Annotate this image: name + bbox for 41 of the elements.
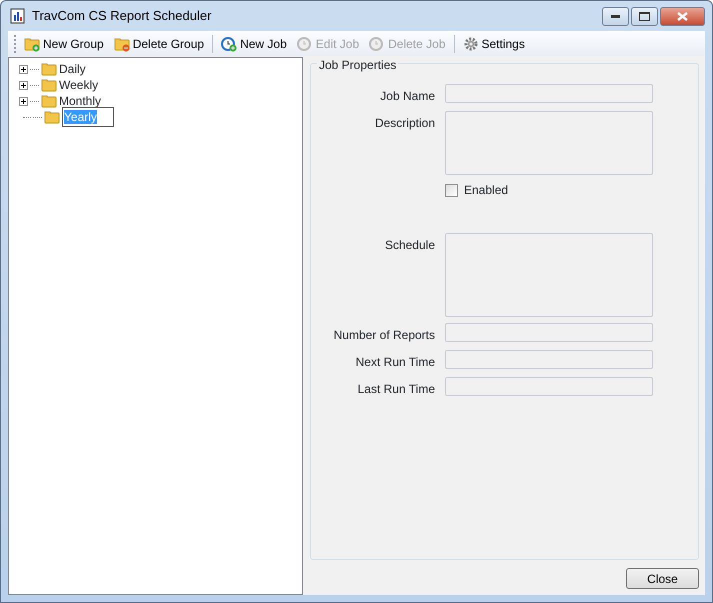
expand-icon[interactable] xyxy=(19,64,28,74)
input-field[interactable] xyxy=(445,377,653,396)
tree-item[interactable]: Weekly xyxy=(57,76,100,94)
close-dialog-button[interactable]: Close xyxy=(626,568,699,589)
expand-icon[interactable] xyxy=(19,96,28,106)
maximize-button[interactable] xyxy=(631,6,658,26)
folder-icon xyxy=(41,93,57,109)
folder-icon xyxy=(44,109,60,125)
toolbar-button[interactable]: Delete Group xyxy=(110,34,208,54)
clock-icon xyxy=(296,36,313,52)
field-label: Last Run Time xyxy=(356,381,435,398)
tree-item[interactable]: Daily xyxy=(57,60,88,78)
checkbox[interactable] xyxy=(445,184,458,196)
folder-icon xyxy=(41,77,57,93)
field-label: Number of Reports xyxy=(332,327,435,344)
close-button[interactable] xyxy=(660,6,705,26)
clock-add-icon xyxy=(221,36,238,52)
input-field[interactable] xyxy=(445,350,653,369)
clock-icon xyxy=(369,36,386,52)
expand-icon[interactable] xyxy=(19,80,28,90)
folder-icon xyxy=(41,61,57,77)
toolbar-button[interactable]: New Job xyxy=(217,34,291,54)
minimize-icon xyxy=(611,14,620,18)
folder-add-icon xyxy=(24,36,40,52)
folder-remove-icon xyxy=(114,36,130,52)
field-label: Schedule xyxy=(384,237,435,254)
maximize-icon xyxy=(639,12,650,20)
toolbar-button[interactable]: Settings xyxy=(458,34,529,54)
input-field[interactable] xyxy=(445,84,653,103)
minimize-button[interactable] xyxy=(602,6,629,26)
settings-icon xyxy=(462,36,478,52)
field-label: Description xyxy=(374,115,435,132)
toolbar-button[interactable]: New Group xyxy=(20,34,108,54)
close-icon xyxy=(677,12,688,20)
app-icon xyxy=(10,8,26,24)
field-label: Job Name xyxy=(379,88,435,105)
input-field[interactable] xyxy=(445,323,653,342)
window-title: TravCom CS Report Scheduler xyxy=(32,7,212,26)
tree-item[interactable]: Monthly xyxy=(57,92,104,110)
checkbox-label: Enabled xyxy=(464,182,508,199)
field-label: Next Run Time xyxy=(354,354,435,371)
